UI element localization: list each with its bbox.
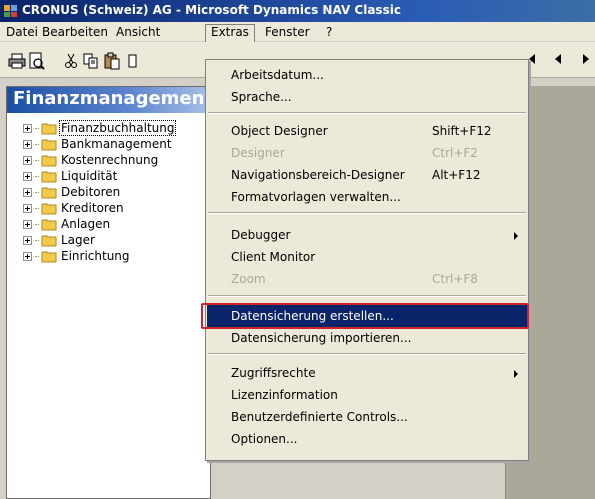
folder-icon — [41, 219, 57, 230]
tree-item-label: Kreditoren — [61, 201, 124, 215]
menu-item-shortcut: Ctrl+F2 — [432, 146, 478, 160]
navigation-pane: Finanzmanagement Finanzbuchhaltung Bankm… — [6, 86, 211, 499]
submenu-arrow-icon — [514, 232, 518, 240]
paste-icon[interactable] — [101, 50, 123, 72]
menu-item-benutzerdefinierte-controls[interactable]: Benutzerdefinierte Controls... — [207, 406, 527, 428]
menu-bearbeiten[interactable]: Bearbeiten — [37, 24, 113, 41]
tree-item-label: Debitoren — [61, 185, 121, 199]
menu-item-label: Datensicherung erstellen... — [231, 309, 394, 323]
menu-item-label: Designer — [231, 146, 285, 160]
expand-icon[interactable] — [23, 203, 32, 213]
menu-item-label: Benutzerdefinierte Controls... — [231, 410, 408, 424]
tree-item-anlagen[interactable]: Anlagen — [23, 216, 111, 232]
menu-item-debugger[interactable]: Debugger — [207, 224, 527, 246]
menu-separator — [208, 353, 526, 355]
toolbar-icon-partial[interactable] — [122, 50, 144, 72]
folder-icon — [41, 203, 57, 214]
menu-item-label: Debugger — [231, 228, 291, 242]
menu-separator — [208, 112, 526, 114]
tree-item-label: Kostenrechnung — [61, 153, 159, 167]
folder-icon — [41, 187, 57, 198]
expand-icon[interactable] — [23, 171, 32, 181]
menu-item-datensicherung-importieren[interactable]: Datensicherung importieren... — [207, 327, 527, 349]
navigation-pane-header: Finanzmanagement — [7, 87, 210, 113]
tree-item-kostenrechnung[interactable]: Kostenrechnung — [23, 152, 159, 168]
tree-item-label: Lager — [61, 233, 95, 247]
tree-item-label: Bankmanagement — [61, 137, 172, 151]
menu-extras[interactable]: Extras — [205, 24, 255, 42]
menu-item-optionen[interactable]: Optionen... — [207, 428, 527, 450]
menu-item-label: Client Monitor — [231, 250, 316, 264]
extras-dropdown-menu: Arbeitsdatum... Sprache... Object Design… — [205, 59, 529, 461]
folder-icon — [41, 235, 57, 246]
menu-item-shortcut: Ctrl+F8 — [432, 272, 478, 286]
menu-item-label: Formatvorlagen verwalten... — [231, 190, 401, 204]
menu-item-shortcut: Shift+F12 — [432, 124, 492, 138]
menu-item-label: Arbeitsdatum... — [231, 68, 324, 82]
tree-item-kreditoren[interactable]: Kreditoren — [23, 200, 125, 216]
tree-item-bankmanagement[interactable]: Bankmanagement — [23, 136, 173, 152]
tree-item-label: Einrichtung — [61, 249, 130, 263]
menu-item-label: Datensicherung importieren... — [231, 331, 412, 345]
tree-item-finanzbuchhaltung[interactable]: Finanzbuchhaltung — [23, 120, 177, 136]
previous-record-icon[interactable] — [529, 54, 537, 64]
window-title: CRONUS (Schweiz) AG - Microsoft Dynamics… — [22, 3, 401, 17]
menu-item-label: Zoom — [231, 272, 266, 286]
tree-item-label: Anlagen — [61, 217, 111, 231]
menu-fenster[interactable]: Fenster — [260, 24, 315, 41]
dynamics-nav-app-icon — [4, 5, 17, 17]
next-record-icon[interactable] — [581, 54, 589, 64]
menu-item-label: Navigationsbereich-Designer — [231, 168, 405, 182]
previous-icon[interactable] — [555, 54, 563, 64]
print-icon[interactable] — [6, 50, 28, 72]
tree-item-lager[interactable]: Lager — [23, 232, 96, 248]
folder-icon — [41, 155, 57, 166]
copy-icon[interactable] — [80, 50, 102, 72]
menu-item-label: Optionen... — [231, 432, 298, 446]
title-bar[interactable]: CRONUS (Schweiz) AG - Microsoft Dynamics… — [0, 0, 595, 22]
tree-item-debitoren[interactable]: Debitoren — [23, 184, 121, 200]
expand-icon[interactable] — [23, 235, 32, 245]
folder-icon — [41, 171, 57, 182]
cut-icon[interactable] — [60, 50, 82, 72]
menu-item-designer[interactable]: Designer Ctrl+F2 — [207, 142, 527, 164]
folder-icon — [41, 123, 57, 134]
menu-item-zugriffsrechte[interactable]: Zugriffsrechte — [207, 362, 527, 384]
tree-item-label: Finanzbuchhaltung — [58, 120, 177, 136]
menu-separator — [208, 212, 526, 214]
expand-icon[interactable] — [23, 123, 32, 133]
menu-item-sprache[interactable]: Sprache... — [207, 86, 527, 108]
submenu-arrow-icon — [514, 370, 518, 378]
tree-item-einrichtung[interactable]: Einrichtung — [23, 248, 131, 264]
menu-item-zoom[interactable]: Zoom Ctrl+F8 — [207, 268, 527, 290]
menu-separator — [208, 295, 526, 297]
menu-item-label: Sprache... — [231, 90, 292, 104]
menu-item-label: Zugriffsrechte — [231, 366, 316, 380]
menu-item-datensicherung-erstellen[interactable]: Datensicherung erstellen... — [207, 305, 527, 327]
menu-bar: Datei Bearbeiten Ansicht Extras Fenster … — [0, 22, 595, 42]
expand-icon[interactable] — [23, 139, 32, 149]
application-window: CRONUS (Schweiz) AG - Microsoft Dynamics… — [0, 0, 595, 499]
folder-icon — [41, 251, 57, 262]
menu-item-arbeitsdatum[interactable]: Arbeitsdatum... — [207, 64, 527, 86]
expand-icon[interactable] — [23, 155, 32, 165]
menu-item-formatvorlagen[interactable]: Formatvorlagen verwalten... — [207, 186, 527, 208]
menu-help[interactable]: ? — [321, 24, 337, 41]
menu-item-label: Object Designer — [231, 124, 328, 138]
menu-item-shortcut: Alt+F12 — [432, 168, 481, 182]
menu-item-client-monitor[interactable]: Client Monitor — [207, 246, 527, 268]
menu-item-label: Lizenzinformation — [231, 388, 338, 402]
tree-item-label: Liquidität — [61, 169, 118, 183]
menu-item-lizenzinformation[interactable]: Lizenzinformation — [207, 384, 527, 406]
expand-icon[interactable] — [23, 219, 32, 229]
expand-icon[interactable] — [23, 251, 32, 261]
menu-item-object-designer[interactable]: Object Designer Shift+F12 — [207, 120, 527, 142]
navigation-pane-title: Finanzmanagement — [13, 88, 211, 109]
menu-item-navigationsbereich-designer[interactable]: Navigationsbereich-Designer Alt+F12 — [207, 164, 527, 186]
expand-icon[interactable] — [23, 187, 32, 197]
folder-icon — [41, 139, 57, 150]
tree-item-liquiditaet[interactable]: Liquidität — [23, 168, 118, 184]
print-preview-icon[interactable] — [26, 50, 48, 72]
menu-ansicht[interactable]: Ansicht — [111, 24, 165, 41]
